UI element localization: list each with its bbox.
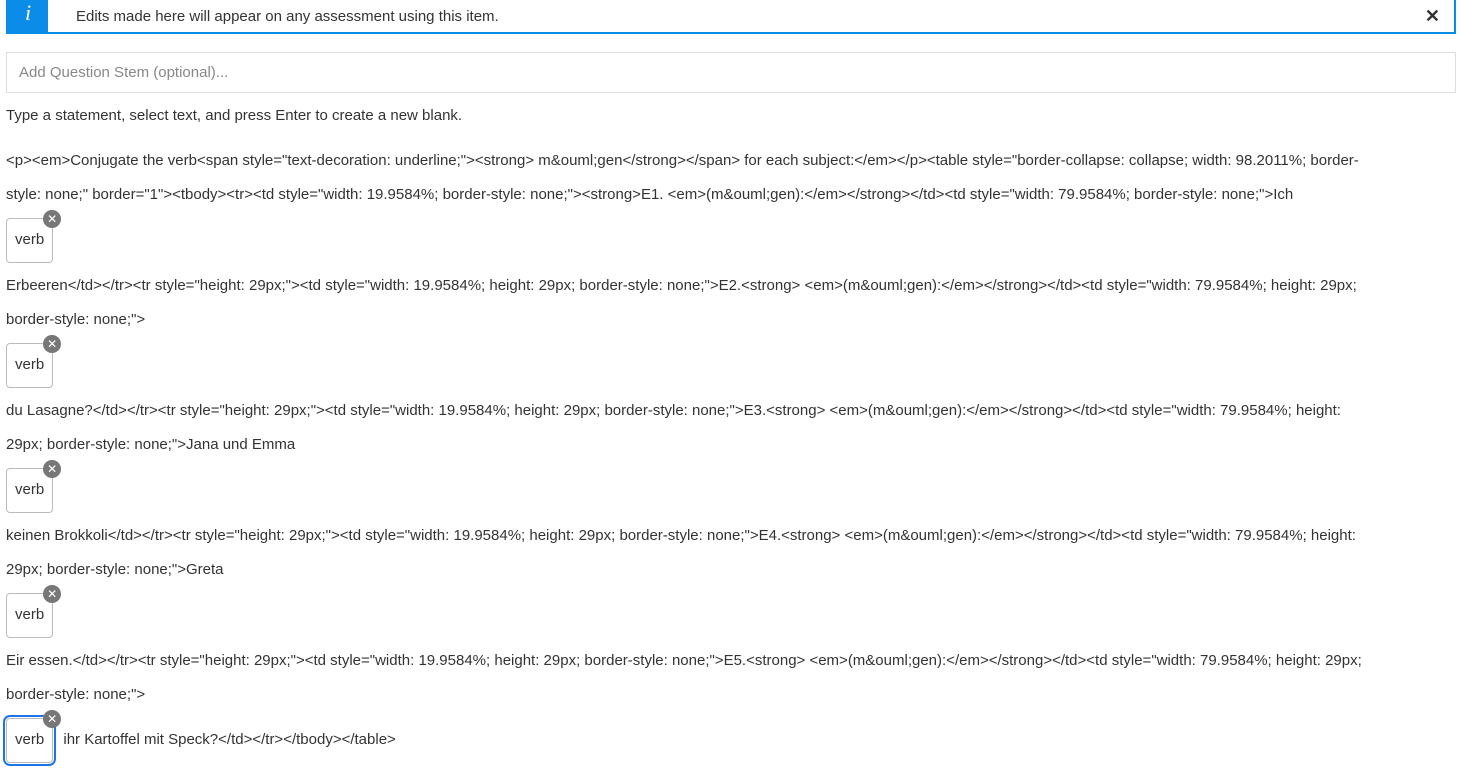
raw-line: Erbeeren</td></tr><tr style="height: 29p… <box>6 271 1456 301</box>
blank-chip-verb[interactable]: ✕ verb <box>6 343 53 388</box>
instruction-text: Type a statement, select text, and press… <box>6 107 1456 124</box>
blank-chip-label: verb <box>15 600 44 630</box>
blank-chip-label: verb <box>15 725 44 755</box>
chip-remove-icon[interactable]: ✕ <box>43 210 61 228</box>
info-text: Edits made here will appear on any asses… <box>48 8 1411 25</box>
raw-line: style: none;" border="1"><tbody><tr><td … <box>6 180 1456 210</box>
blank-chip-verb[interactable]: ✕ verb <box>6 593 53 638</box>
question-stem-input[interactable] <box>17 63 1445 82</box>
info-banner: i Edits made here will appear on any ass… <box>6 0 1456 34</box>
question-stem-container[interactable] <box>6 52 1456 93</box>
blank-chip-label: verb <box>15 225 44 255</box>
blank-chip-verb-focused[interactable]: ✕ verb <box>6 718 53 763</box>
blank-chip-verb[interactable]: ✕ verb <box>6 468 53 513</box>
chip-remove-icon[interactable]: ✕ <box>43 585 61 603</box>
raw-line: Eir essen.</td></tr><tr style="height: 2… <box>6 646 1456 676</box>
blank-chip-verb[interactable]: ✕ verb <box>6 218 53 263</box>
raw-line: <p><em>Conjugate the verb<span style="te… <box>6 146 1456 176</box>
chip-remove-icon[interactable]: ✕ <box>43 460 61 478</box>
info-icon: i <box>8 0 48 32</box>
raw-line: 29px; border-style: none;">Jana und Emma <box>6 430 1456 460</box>
raw-line: ihr Kartoffel mit Speck?</td></tr></tbod… <box>63 731 395 748</box>
blank-chip-label: verb <box>15 350 44 380</box>
close-icon[interactable]: ✕ <box>1411 6 1454 27</box>
blank-chip-label: verb <box>15 475 44 505</box>
raw-line: 29px; border-style: none;">Greta <box>6 555 1456 585</box>
raw-line: du Lasagne?</td></tr><tr style="height: … <box>6 396 1456 426</box>
chip-remove-icon[interactable]: ✕ <box>43 335 61 353</box>
raw-line: border-style: none;"> <box>6 680 1456 710</box>
raw-line: keinen Brokkoli</td></tr><tr style="heig… <box>6 521 1456 551</box>
content-editor[interactable]: <p><em>Conjugate the verb<span style="te… <box>6 146 1456 771</box>
raw-line: border-style: none;"> <box>6 305 1456 335</box>
chip-remove-icon[interactable]: ✕ <box>43 710 61 728</box>
